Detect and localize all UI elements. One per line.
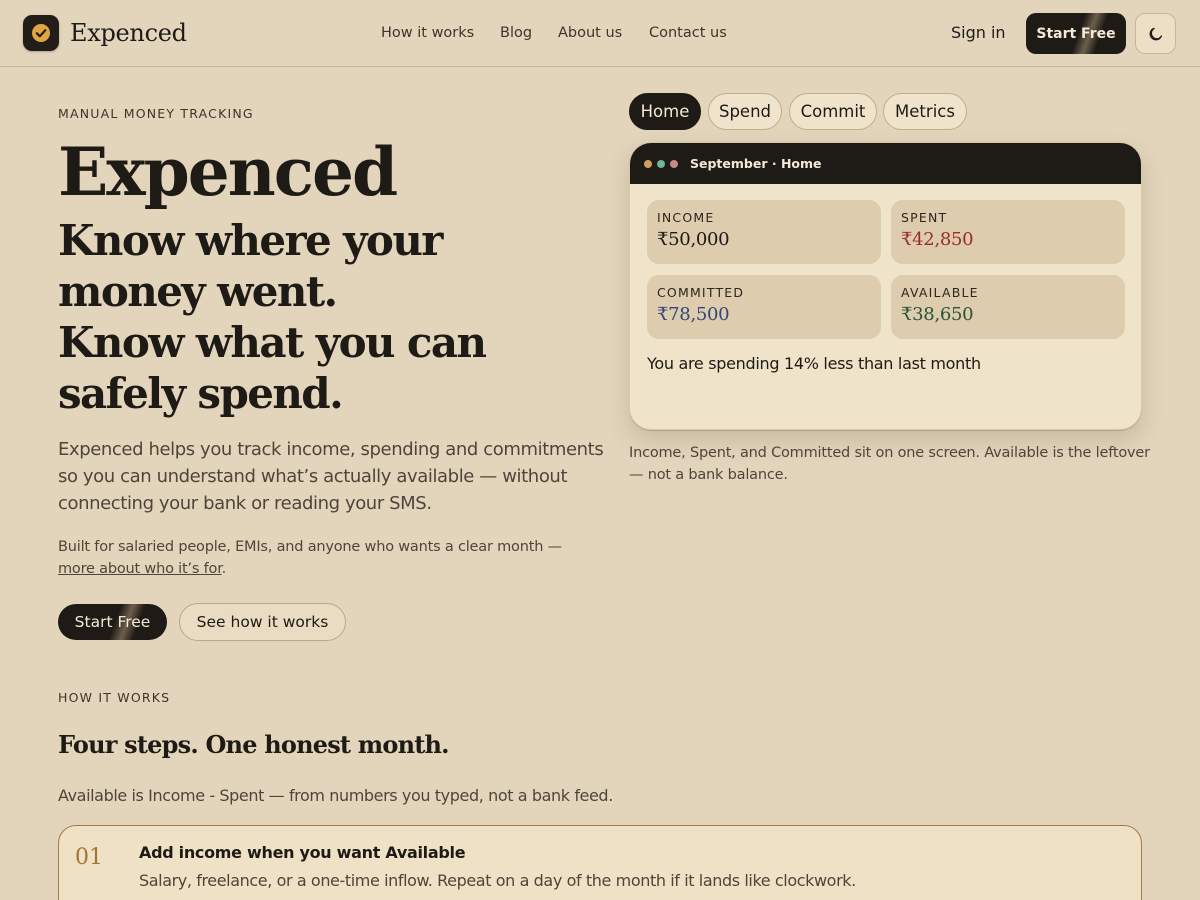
tile-label: COMMITTED <box>657 285 745 300</box>
tab-home[interactable]: Home <box>629 93 701 130</box>
step-description: Salary, freelance, or a one-time inflow.… <box>139 871 856 890</box>
nav-how-it-works[interactable]: How it works <box>381 23 474 43</box>
tab-commit[interactable]: Commit <box>789 93 877 130</box>
hero-subtitle-line: Know where your <box>58 216 443 265</box>
step-number: 01 <box>75 845 103 870</box>
moon-icon <box>1149 27 1162 40</box>
window-dot-icon <box>644 160 652 168</box>
preview-caption-line: — not a bank balance. <box>629 467 788 483</box>
theme-toggle-button[interactable] <box>1135 13 1176 54</box>
spent-tile: SPENT ₹42,850 <box>891 200 1125 264</box>
hero-description: Expenced helps you track income, spendin… <box>58 436 618 517</box>
see-how-it-works-button[interactable]: See how it works <box>179 603 346 641</box>
hero-description-line: Expenced helps you track income, spendin… <box>58 439 604 460</box>
tile-label: SPENT <box>901 210 948 225</box>
hero-subtitle-line: money went. <box>58 267 338 316</box>
income-tile: INCOME ₹50,000 <box>647 200 881 264</box>
committed-value: ₹78,500 <box>657 304 730 325</box>
how-it-works-description: Available is Income - Spent — from numbe… <box>58 786 613 805</box>
available-value: ₹38,650 <box>901 304 974 325</box>
available-tile: AVAILABLE ₹38,650 <box>891 275 1125 339</box>
hero-description-line: connecting your bank or reading your SMS… <box>58 493 432 514</box>
preview-caption: Income, Spent, and Committed sit on one … <box>629 442 1150 486</box>
nav-blog[interactable]: Blog <box>500 23 532 43</box>
window-dot-icon <box>657 160 665 168</box>
app-preview-card: September · Home INCOME ₹50,000 SPENT ₹4… <box>629 142 1142 430</box>
income-value: ₹50,000 <box>657 229 730 250</box>
tile-label: INCOME <box>657 210 715 225</box>
preview-caption-line: Income, Spent, and Committed sit on one … <box>629 445 1150 461</box>
hero-description-line: so you can understand what’s actually av… <box>58 466 568 487</box>
preview-title-bar: September · Home <box>630 143 1141 184</box>
tab-metrics[interactable]: Metrics <box>883 93 967 130</box>
how-it-works-title: Four steps. One honest month. <box>58 730 450 759</box>
audience-end: . <box>221 561 227 577</box>
nav-about-us[interactable]: About us <box>558 23 622 43</box>
logo-icon[interactable] <box>23 15 59 51</box>
hero-title: Expenced <box>58 133 398 211</box>
hero-eyebrow: MANUAL MONEY TRACKING <box>58 106 254 121</box>
hero-start-free-button[interactable]: Start Free <box>58 604 167 640</box>
header-start-free-button[interactable]: Start Free <box>1026 13 1126 54</box>
step-card: 01 Add income when you want Available Sa… <box>58 825 1142 900</box>
hero-subtitle-line: Know what you can <box>58 318 487 367</box>
spending-comparison-note: You are spending 14% less than last mont… <box>647 354 981 373</box>
window-dot-icon <box>670 160 678 168</box>
how-it-works-eyebrow: HOW IT WORKS <box>58 690 171 705</box>
step-title: Add income when you want Available <box>139 843 466 862</box>
check-badge-icon <box>32 24 50 42</box>
preview-title: September · Home <box>690 156 822 171</box>
brand-name[interactable]: Expenced <box>70 17 187 49</box>
committed-tile: COMMITTED ₹78,500 <box>647 275 881 339</box>
audience-text: Built for salaried people, EMIs, and any… <box>58 539 562 555</box>
hero-subtitle: Know where your money went. Know what yo… <box>58 215 578 419</box>
sign-in-link[interactable]: Sign in <box>951 22 1006 44</box>
tile-label: AVAILABLE <box>901 285 979 300</box>
site-header: Expenced How it works Blog About us Cont… <box>0 0 1200 67</box>
nav-contact-us[interactable]: Contact us <box>649 23 727 43</box>
spent-value: ₹42,850 <box>901 229 974 250</box>
audience-note: Built for salaried people, EMIs, and any… <box>58 536 618 580</box>
tab-spend[interactable]: Spend <box>708 93 782 130</box>
audience-link[interactable]: more about who it’s for <box>58 561 222 577</box>
hero-subtitle-line: safely spend. <box>58 369 344 418</box>
